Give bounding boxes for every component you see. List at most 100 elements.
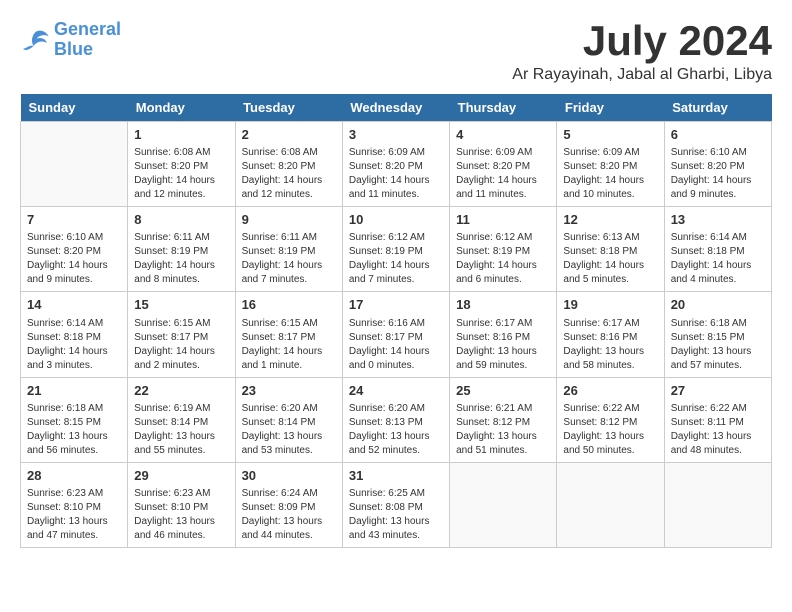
day-number: 22 [134,382,228,400]
weekday-header-tuesday: Tuesday [235,94,342,122]
weekday-header-saturday: Saturday [664,94,771,122]
calendar-cell: 2 Sunrise: 6:08 AM Sunset: 8:20 PM Daylig… [235,122,342,207]
day-number: 27 [671,382,765,400]
day-number: 20 [671,296,765,314]
day-number: 23 [242,382,336,400]
day-info: Sunrise: 6:18 AM Sunset: 8:15 PM Dayligh… [27,402,121,458]
day-number: 19 [563,296,657,314]
calendar-cell: 24Sunrise: 6:20 AM Sunset: 8:13 PM Dayli… [342,377,449,462]
day-number: 24 [349,382,443,400]
calendar-cell: 11 Sunrise: 6:12 AM Sunset: 8:19 PM Dayli… [450,207,557,292]
day-number: 14 [27,296,121,314]
weekday-header-sunday: Sunday [21,94,128,122]
weekday-header-wednesday: Wednesday [342,94,449,122]
calendar-cell: 16Sunrise: 6:15 AM Sunset: 8:17 PM Dayli… [235,292,342,377]
calendar-cell: 10Sunrise: 6:12 AM Sunset: 8:19 PM Dayli… [342,207,449,292]
day-number: 12 [563,211,657,229]
calendar-cell: 4Sunrise: 6:09 AM Sunset: 8:20 PM Daylig… [450,122,557,207]
calendar-cell: 27 Sunrise: 6:22 AM Sunset: 8:11 PM Dayli… [664,377,771,462]
day-number: 18 [456,296,550,314]
day-info: Sunrise: 6:10 AM Sunset: 8:20 PM Dayligh… [671,146,765,202]
day-info: Sunrise: 6:11 AM Sunset: 8:19 PM Dayligh… [242,231,336,287]
day-number: 3 [349,126,443,144]
calendar-cell [450,462,557,547]
day-info: Sunrise: 6:09 AM Sunset: 8:20 PM Dayligh… [349,146,443,202]
day-number: 6 [671,126,765,144]
weekday-header-row: SundayMondayTuesdayWednesdayThursdayFrid… [21,94,772,122]
day-number: 29 [134,467,228,485]
day-info: Sunrise: 6:22 AM Sunset: 8:11 PM Dayligh… [671,402,765,458]
day-info: Sunrise: 6:12 AM Sunset: 8:19 PM Dayligh… [456,231,550,287]
calendar-cell [21,122,128,207]
week-row-4: 21 Sunrise: 6:18 AM Sunset: 8:15 PM Dayli… [21,377,772,462]
day-info: Sunrise: 6:23 AM Sunset: 8:10 PM Dayligh… [27,487,121,543]
day-number: 21 [27,382,121,400]
day-number: 11 [456,211,550,229]
day-number: 1 [134,126,228,144]
title-area: July 2024 Ar Rayayinah, Jabal al Gharbi,… [512,20,772,84]
day-info: Sunrise: 6:11 AM Sunset: 8:19 PM Dayligh… [134,231,228,287]
calendar-cell: 21 Sunrise: 6:18 AM Sunset: 8:15 PM Dayli… [21,377,128,462]
calendar-cell: 18 Sunrise: 6:17 AM Sunset: 8:16 PM Dayli… [450,292,557,377]
calendar-cell: 29 Sunrise: 6:23 AM Sunset: 8:10 PM Dayli… [128,462,235,547]
calendar-cell: 1 Sunrise: 6:08 AM Sunset: 8:20 PM Daylig… [128,122,235,207]
day-info: Sunrise: 6:17 AM Sunset: 8:16 PM Dayligh… [456,317,550,373]
day-number: 7 [27,211,121,229]
calendar-cell: 6 Sunrise: 6:10 AM Sunset: 8:20 PM Daylig… [664,122,771,207]
calendar-cell: 30 Sunrise: 6:24 AM Sunset: 8:09 PM Dayli… [235,462,342,547]
day-number: 30 [242,467,336,485]
calendar-cell: 25 Sunrise: 6:21 AM Sunset: 8:12 PM Dayli… [450,377,557,462]
day-info: Sunrise: 6:22 AM Sunset: 8:12 PM Dayligh… [563,402,657,458]
day-number: 8 [134,211,228,229]
calendar-cell [557,462,664,547]
calendar-cell: 3 Sunrise: 6:09 AM Sunset: 8:20 PM Daylig… [342,122,449,207]
calendar-cell: 5 Sunrise: 6:09 AM Sunset: 8:20 PM Daylig… [557,122,664,207]
day-info: Sunrise: 6:20 AM Sunset: 8:14 PM Dayligh… [242,402,336,458]
day-info: Sunrise: 6:18 AM Sunset: 8:15 PM Dayligh… [671,317,765,373]
day-number: 9 [242,211,336,229]
day-info: Sunrise: 6:14 AM Sunset: 8:18 PM Dayligh… [671,231,765,287]
calendar-cell: 23 Sunrise: 6:20 AM Sunset: 8:14 PM Dayli… [235,377,342,462]
day-number: 5 [563,126,657,144]
day-number: 28 [27,467,121,485]
day-info: Sunrise: 6:17 AM Sunset: 8:16 PM Dayligh… [563,317,657,373]
week-row-2: 7Sunrise: 6:10 AM Sunset: 8:20 PM Daylig… [21,207,772,292]
calendar-cell: 28 Sunrise: 6:23 AM Sunset: 8:10 PM Dayli… [21,462,128,547]
weekday-header-thursday: Thursday [450,94,557,122]
day-info: Sunrise: 6:13 AM Sunset: 8:18 PM Dayligh… [563,231,657,287]
day-info: Sunrise: 6:09 AM Sunset: 8:20 PM Dayligh… [456,146,550,202]
day-info: Sunrise: 6:23 AM Sunset: 8:10 PM Dayligh… [134,487,228,543]
day-info: Sunrise: 6:24 AM Sunset: 8:09 PM Dayligh… [242,487,336,543]
day-info: Sunrise: 6:14 AM Sunset: 8:18 PM Dayligh… [27,317,121,373]
day-info: Sunrise: 6:08 AM Sunset: 8:20 PM Dayligh… [134,146,228,202]
day-info: Sunrise: 6:21 AM Sunset: 8:12 PM Dayligh… [456,402,550,458]
calendar-cell: 8 Sunrise: 6:11 AM Sunset: 8:19 PM Daylig… [128,207,235,292]
day-info: Sunrise: 6:09 AM Sunset: 8:20 PM Dayligh… [563,146,657,202]
day-number: 16 [242,296,336,314]
day-number: 10 [349,211,443,229]
location-title: Ar Rayayinah, Jabal al Gharbi, Libya [512,66,772,84]
calendar-cell: 31 Sunrise: 6:25 AM Sunset: 8:08 PM Dayli… [342,462,449,547]
week-row-1: 1 Sunrise: 6:08 AM Sunset: 8:20 PM Daylig… [21,122,772,207]
day-number: 2 [242,126,336,144]
day-info: Sunrise: 6:16 AM Sunset: 8:17 PM Dayligh… [349,317,443,373]
day-number: 15 [134,296,228,314]
month-title: July 2024 [512,20,772,62]
week-row-5: 28 Sunrise: 6:23 AM Sunset: 8:10 PM Dayli… [21,462,772,547]
calendar-cell: 15 Sunrise: 6:15 AM Sunset: 8:17 PM Dayli… [128,292,235,377]
weekday-header-friday: Friday [557,94,664,122]
day-info: Sunrise: 6:25 AM Sunset: 8:08 PM Dayligh… [349,487,443,543]
logo-text: General Blue [54,20,121,60]
day-info: Sunrise: 6:15 AM Sunset: 8:17 PM Dayligh… [134,317,228,373]
day-info: Sunrise: 6:08 AM Sunset: 8:20 PM Dayligh… [242,146,336,202]
calendar-cell: 20 Sunrise: 6:18 AM Sunset: 8:15 PM Dayli… [664,292,771,377]
calendar-cell: 17 Sunrise: 6:16 AM Sunset: 8:17 PM Dayli… [342,292,449,377]
day-number: 25 [456,382,550,400]
calendar-cell: 22Sunrise: 6:19 AM Sunset: 8:14 PM Dayli… [128,377,235,462]
calendar-cell: 7Sunrise: 6:10 AM Sunset: 8:20 PM Daylig… [21,207,128,292]
calendar-cell: 12 Sunrise: 6:13 AM Sunset: 8:18 PM Dayli… [557,207,664,292]
day-number: 31 [349,467,443,485]
logo: General Blue [20,20,121,60]
calendar-cell: 13Sunrise: 6:14 AM Sunset: 8:18 PM Dayli… [664,207,771,292]
day-number: 17 [349,296,443,314]
